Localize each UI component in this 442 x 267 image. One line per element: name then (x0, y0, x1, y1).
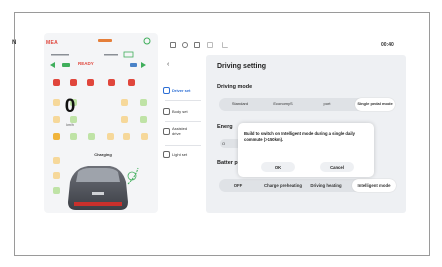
fan-icon[interactable] (182, 42, 188, 48)
divider (165, 100, 201, 101)
sidebar-item-body-set[interactable]: Body set (163, 108, 203, 115)
mode-economy-option[interactable]: EconomyS (263, 98, 303, 111)
sidebar-item-light-set[interactable]: Light set (163, 151, 203, 158)
mode-standard-option[interactable]: Standard (221, 98, 259, 111)
odometer-text (51, 54, 69, 56)
beam-icon (62, 63, 70, 67)
sidebar-item-label: Body set (172, 109, 188, 114)
door-warning-icon (108, 79, 115, 86)
light-icon (163, 151, 170, 158)
plug-icon (53, 172, 60, 179)
airbag-warning-icon (87, 79, 94, 86)
steering-wheel-icon (163, 87, 170, 94)
dialog-message: Build to switch on Intelligent mode duri… (244, 131, 355, 142)
energy-option-label: O (222, 141, 226, 146)
power-limit-icon (88, 133, 95, 140)
battery-preheat-heading: Batter prehe (217, 160, 239, 166)
drive-mode-indicator: MEA (46, 40, 59, 46)
charging-status: Charging (94, 152, 112, 157)
clock: 00:40 (381, 42, 394, 48)
turn-right-icon (141, 62, 146, 68)
sidebar-item-driver-set[interactable]: Driver set (163, 87, 203, 94)
cruise-icon (70, 133, 77, 140)
energy-heading: Energ (217, 124, 233, 130)
gear-indicator: N (12, 40, 17, 46)
mode-single-pedal-option[interactable]: Single pedal mode (355, 98, 395, 111)
trip-text (104, 54, 118, 56)
ok-button[interactable]: OK (261, 162, 295, 172)
sidebar-item-assisted-drive[interactable]: Assisted drive (163, 126, 203, 136)
page-title: Driving setting (217, 63, 267, 70)
preheat-intelligent-option[interactable]: Intelligent mode (352, 179, 396, 192)
brake-warning-icon (53, 79, 60, 86)
mode-sport-option[interactable]: port (309, 98, 345, 111)
ready-label: READY (78, 61, 94, 66)
car-body-icon (163, 108, 170, 115)
driving-mode-heading: Driving mode (217, 84, 253, 90)
preheat-driving-option[interactable]: Driving heating (310, 177, 342, 194)
home-icon[interactable] (170, 42, 176, 48)
cancel-button[interactable]: Cancel (320, 162, 354, 172)
service-icon (53, 133, 60, 140)
battery-badge-icon (123, 51, 134, 58)
steering-indicator-icon (143, 37, 151, 45)
preheat-off-option[interactable]: OFF (221, 177, 255, 194)
battery-warning-icon (128, 79, 135, 86)
headlight-icon (130, 63, 137, 67)
preheat-charge-option[interactable]: Charge preheating (263, 177, 303, 194)
sidebar-item-label: Assisted drive (172, 126, 188, 136)
mode-indicator-bar (98, 39, 112, 42)
car-image (68, 166, 139, 210)
turn-left-icon (50, 62, 55, 68)
divider (165, 121, 201, 122)
lane-assist-icon (140, 116, 147, 123)
parking-icon (121, 99, 128, 106)
fog-light-icon (121, 116, 128, 123)
divider (165, 145, 201, 146)
tpms-icon (141, 133, 148, 140)
signal-icon (222, 42, 228, 48)
cable-icon (53, 187, 60, 194)
sidebar-item-label: Driver set (172, 88, 191, 93)
assist-drive-icon (163, 127, 170, 135)
sidebar-item-label: Light set (172, 152, 188, 157)
speed-readout: 0 (64, 96, 76, 117)
auto-hold-icon (140, 99, 147, 106)
seatbelt-warning-icon (70, 79, 77, 86)
speed-unit: km/h (66, 123, 74, 127)
defrost-icon[interactable] (207, 42, 213, 48)
seat-icon[interactable] (194, 42, 200, 48)
eps-icon (123, 133, 130, 140)
coolant-icon (107, 133, 114, 140)
charge-port-icon (53, 157, 60, 164)
chevron-left-icon[interactable]: ‹ (167, 61, 169, 68)
